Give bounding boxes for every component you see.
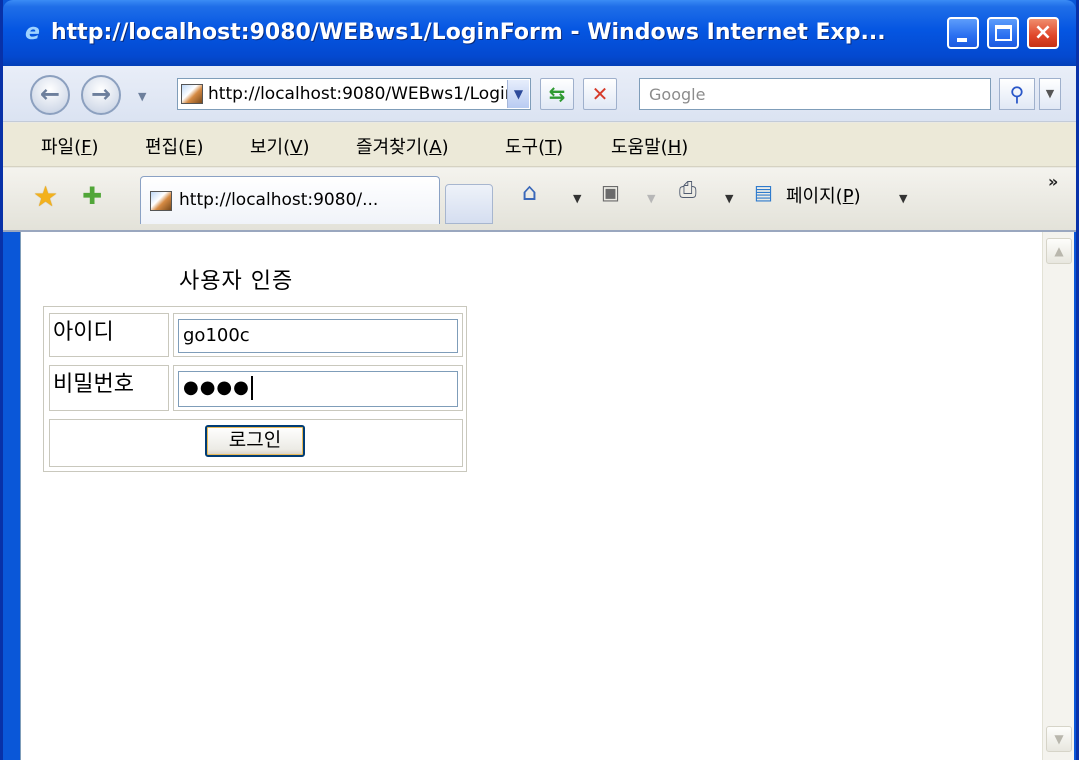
password-label: 비밀번호 [49,365,169,411]
tab-active[interactable]: http://localhost:9080/... [140,176,440,224]
address-input[interactable]: http://localhost:9080/WEBws1/LoginForm [208,84,508,104]
stop-button[interactable]: ✕ [583,78,617,110]
browser-window: e http://localhost:9080/WEBws1/LoginForm… [0,0,1079,760]
id-cell: go100c [173,313,463,357]
minimize-button[interactable] [947,17,979,49]
ie-logo-icon: e [25,20,40,45]
maximize-icon [995,25,1012,41]
back-arrow-icon: ← [39,80,61,108]
minimize-icon [957,38,967,42]
page-icon[interactable]: ▤ [754,180,773,204]
page-dropdown-icon[interactable]: ▼ [899,192,907,205]
menu-tools[interactable]: 도구(T) [505,133,563,159]
print-icon[interactable]: ⎙ [679,178,697,203]
forward-button[interactable]: → [81,75,121,115]
search-options-button[interactable]: ▼ [1039,78,1061,110]
title-bar[interactable]: e http://localhost:9080/WEBws1/LoginForm… [3,0,1076,66]
search-icon: ⚲ [1009,82,1025,106]
scroll-up-icon[interactable]: ▲ [1046,238,1072,264]
id-input[interactable]: go100c [178,319,458,353]
back-button[interactable]: ← [30,75,70,115]
tab-favicon-icon [150,191,172,211]
text-caret [250,376,253,400]
tab-label: http://localhost:9080/... [179,190,379,210]
window-title: http://localhost:9080/WEBws1/LoginForm -… [51,20,886,45]
menu-help[interactable]: 도움말(H) [611,133,688,159]
home-icon[interactable]: ⌂ [522,178,537,206]
address-bar[interactable]: http://localhost:9080/WEBws1/LoginForm ▼ [177,78,531,110]
menu-bar: 파일(F) 편집(E) 보기(V) 즐겨찾기(A) 도구(T) 도움말(H) [3,123,1076,167]
refresh-button[interactable]: ⇆ [540,78,574,110]
password-mask: ●●●● [183,377,250,398]
password-input[interactable]: ●●●● [178,371,458,407]
forward-arrow-icon: → [90,80,112,108]
menu-file[interactable]: 파일(F) [41,133,99,159]
maximize-button[interactable] [987,17,1019,49]
search-box[interactable]: Google [639,78,991,110]
add-favorite-icon[interactable]: ✚ [82,182,102,210]
navigation-bar: ← → ▼ http://localhost:9080/WEBws1/Login… [3,66,1076,122]
address-dropdown-icon[interactable]: ▼ [507,80,529,108]
search-button[interactable]: ⚲ [999,78,1035,110]
feeds-dropdown-icon: ▼ [647,192,656,205]
tab-bar: ★ ✚ http://localhost:9080/... ⌂ ▼ ▣ ▼ ⎙ … [3,168,1076,232]
menu-edit[interactable]: 편집(E) [145,133,204,159]
new-tab-button[interactable] [445,184,493,224]
more-commands-icon[interactable]: » [1048,172,1058,191]
favorites-star-icon[interactable]: ★ [33,180,58,213]
menu-view[interactable]: 보기(V) [250,133,310,159]
login-button[interactable]: 로그인 [205,425,305,457]
form-title: 사용자 인증 [179,269,294,294]
password-cell: ●●●● [173,365,463,411]
history-dropdown-icon[interactable]: ▼ [138,90,146,103]
refresh-icon: ⇆ [548,82,566,106]
page-menu-button[interactable]: 페이지(P) [786,182,861,208]
vertical-scrollbar[interactable]: ▲ ▼ [1042,232,1074,760]
id-label: 아이디 [49,313,169,357]
feeds-icon[interactable]: ▣ [601,180,620,204]
menu-favorites[interactable]: 즐겨찾기(A) [356,133,449,159]
chevron-down-icon: ▼ [1045,87,1055,100]
close-icon: × [1033,20,1053,45]
page-favicon-icon [181,84,203,104]
browser-chrome: ← → ▼ http://localhost:9080/WEBws1/Login… [3,66,1076,232]
scroll-down-icon[interactable]: ▼ [1046,726,1072,752]
stop-icon: ✕ [591,82,609,106]
search-input[interactable]: Google [649,85,705,104]
print-dropdown-icon[interactable]: ▼ [725,192,733,205]
close-button[interactable]: × [1027,17,1059,49]
home-dropdown-icon[interactable]: ▼ [573,192,581,205]
